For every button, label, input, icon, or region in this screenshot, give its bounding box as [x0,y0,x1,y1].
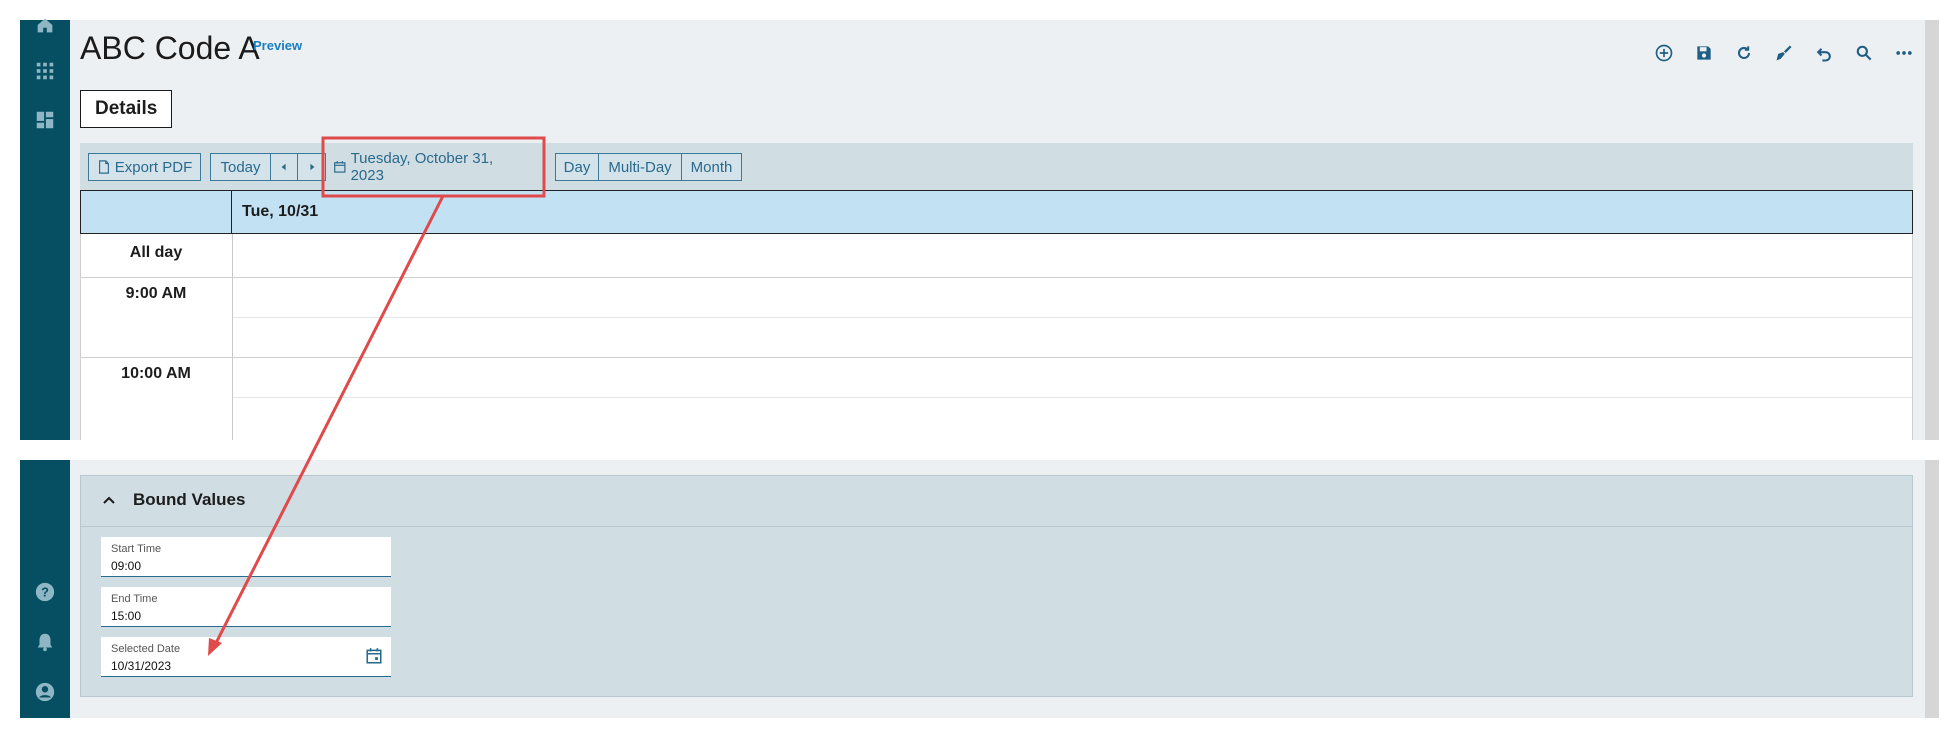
day-header-label: Tue, 10/31 [242,203,319,220]
calendar: Export PDF Today Tuesday, October 31, 20… [80,143,1913,440]
add-icon[interactable] [1651,40,1677,66]
search-icon[interactable] [1851,40,1877,66]
more-icon[interactable] [1891,40,1917,66]
date-picker-button[interactable]: Tuesday, October 31, 2023 [332,150,526,184]
time-label-9am: 9:00 AM [125,285,187,302]
calendar-picker-icon[interactable] [365,647,383,665]
prev-button[interactable] [270,153,298,181]
clear-icon[interactable] [1771,40,1797,66]
next-button[interactable] [297,153,326,181]
tab-details[interactable]: Details [80,90,173,128]
bound-values-section: Bound Values Start Time 09:00 End Time 1… [80,475,1913,697]
undo-icon[interactable] [1811,40,1837,66]
selected-date-value[interactable]: 10/31/2023 [111,659,171,673]
calendar-icon [334,161,346,173]
export-pdf-button[interactable]: Export PDF [88,153,201,181]
start-time-label: Start Time [111,543,162,555]
pdf-icon [98,160,109,174]
bound-values-header[interactable]: Bound Values [81,476,1912,527]
help-icon[interactable]: ? [32,579,58,605]
main-panel: ABC Code A Preview Details Export PDF To… [70,20,1925,440]
caret-left-icon [281,163,286,171]
half-hour-divider [233,397,1913,398]
refresh-icon[interactable] [1731,40,1757,66]
calendar-grid: Tue, 10/31 All day 9:00 AM 10:00 AM [80,190,1913,440]
caret-right-icon [309,163,314,171]
toolbar [1651,40,1917,66]
grid-right-border [1912,234,1913,440]
user-icon[interactable] [32,679,58,705]
save-icon[interactable] [1691,40,1717,66]
dashboard-icon[interactable] [32,107,58,133]
date-label: Tuesday, October 31, 2023 [350,150,494,184]
view-month-button[interactable]: Month [681,153,742,181]
day-header: Tue, 10/31 [80,191,1913,234]
preview-badge: Preview [253,38,303,53]
time-column [80,234,233,440]
time-label-10am: 10:00 AM [121,365,191,382]
chevron-up-icon[interactable] [101,492,117,508]
row-divider [80,357,1913,358]
home-icon[interactable] [32,12,58,38]
selected-date-field[interactable]: Selected Date 10/31/2023 [101,637,391,677]
apps-icon[interactable] [32,58,58,84]
all-day-label: All day [129,244,183,261]
view-day-button[interactable]: Day [555,153,599,181]
header-border [1912,191,1913,233]
sidebar-bottom: ? [20,460,70,718]
selected-date-label: Selected Date [111,643,181,655]
half-hour-divider [233,317,1913,318]
end-time-field[interactable]: End Time 15:00 [101,587,391,627]
view-multi-day-button[interactable]: Multi-Day [598,153,682,181]
svg-text:?: ? [41,585,49,600]
end-time-value[interactable]: 15:00 [111,609,141,623]
bound-values-title: Bound Values [133,490,246,509]
calendar-toolbar: Export PDF Today Tuesday, October 31, 20… [80,143,1913,190]
bell-icon[interactable] [32,629,58,655]
end-time-label: End Time [111,593,158,605]
today-button[interactable]: Today [210,153,271,181]
sidebar-top [20,18,70,440]
scrollbar-top[interactable] [1925,20,1939,440]
scrollbar-bottom[interactable] [1925,460,1939,718]
row-divider [80,277,1913,278]
header-gutter [80,191,232,233]
grid-left-border [80,234,81,440]
start-time-value[interactable]: 09:00 [111,559,141,573]
export-pdf-label: Export PDF [114,158,193,176]
start-time-field[interactable]: Start Time 09:00 [101,537,391,577]
page-title: ABC Code A [80,30,260,66]
bound-values-panel: Bound Values Start Time 09:00 End Time 1… [70,460,1925,718]
